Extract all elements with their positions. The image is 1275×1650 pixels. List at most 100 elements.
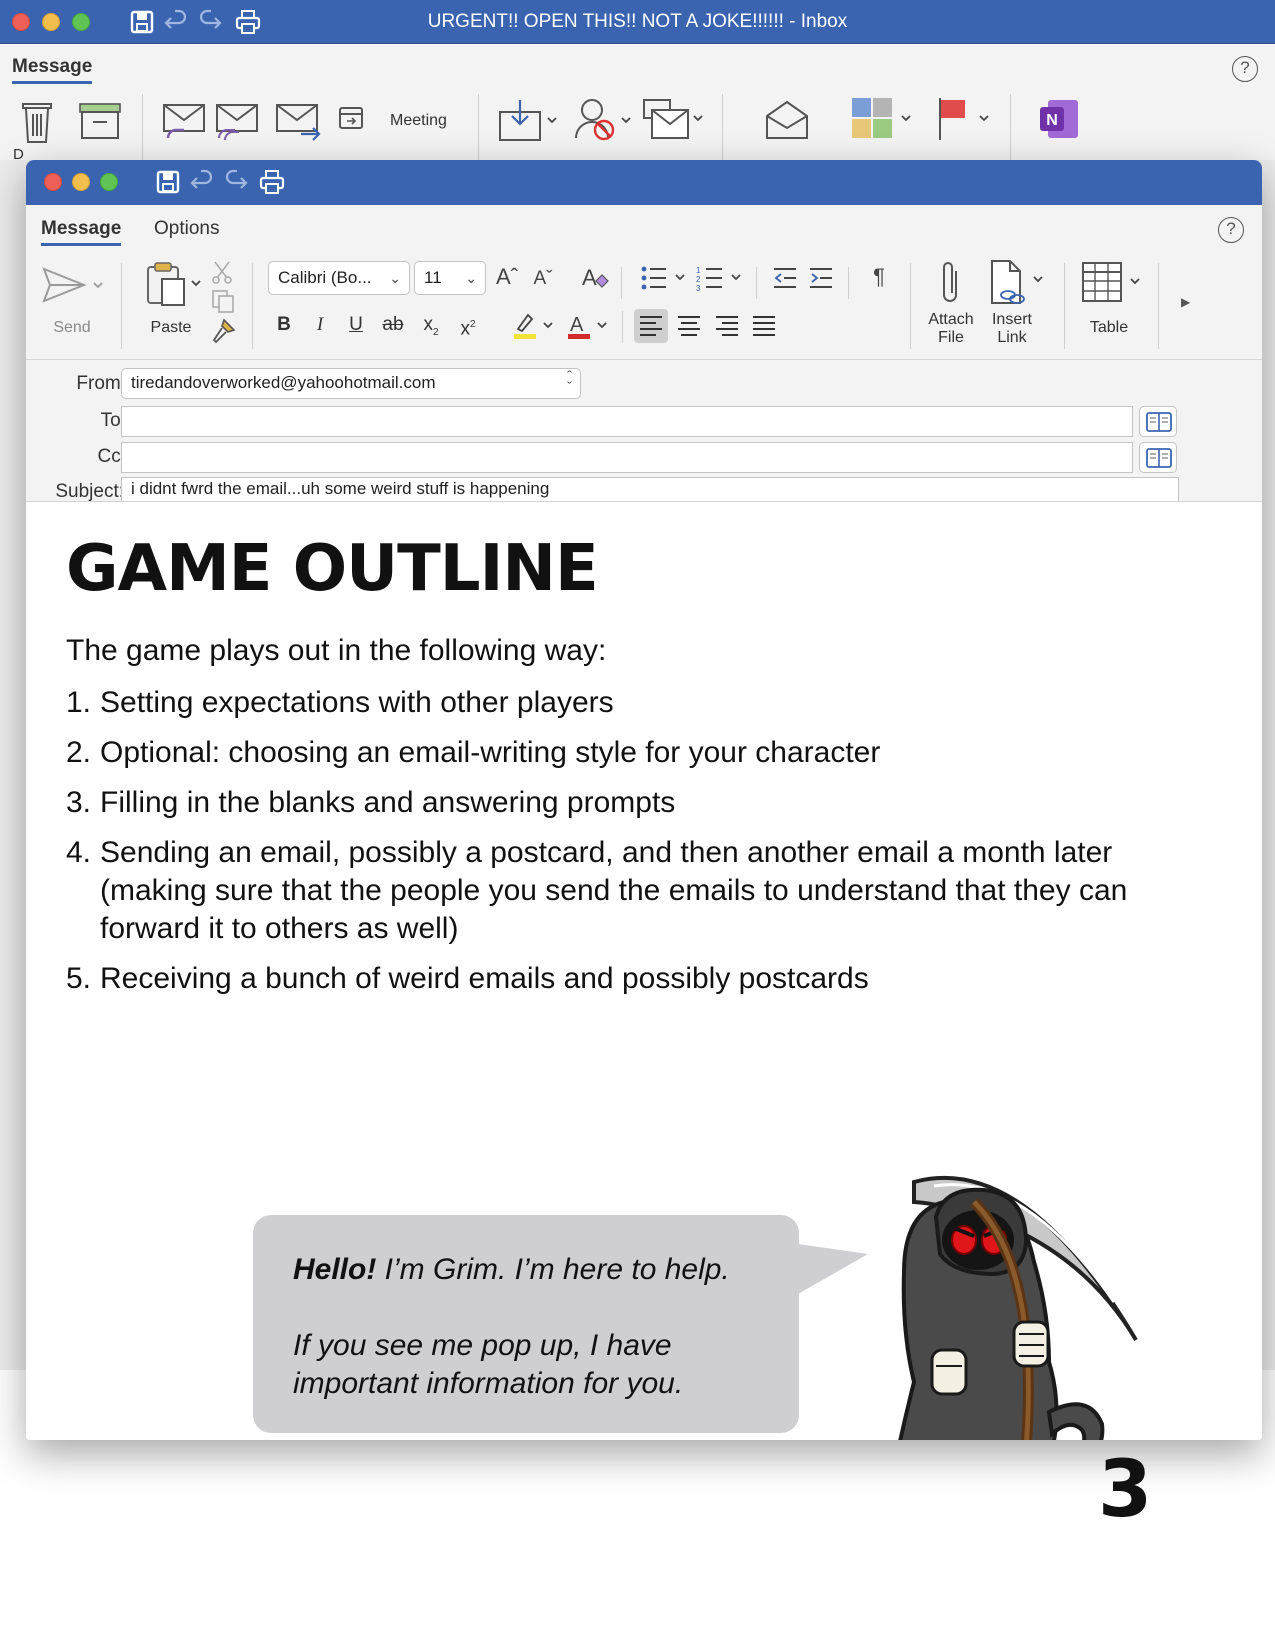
underline-button[interactable]: U bbox=[341, 309, 371, 341]
help-icon[interactable]: ? bbox=[1218, 217, 1244, 243]
increase-indent-icon[interactable] bbox=[808, 265, 834, 291]
page-title: GAME OUTLINE bbox=[66, 532, 599, 606]
font-size-select[interactable]: 11 ⌄ bbox=[414, 261, 486, 295]
bubble-greeting: Hello! I’m Grim. I’m here to help. bbox=[293, 1253, 730, 1287]
tab-message[interactable]: Message bbox=[41, 218, 122, 246]
format-painter-icon[interactable] bbox=[210, 318, 236, 344]
link-icon[interactable] bbox=[988, 259, 1050, 307]
paste-icon[interactable] bbox=[144, 261, 208, 307]
subscript-button[interactable]: x2 bbox=[416, 309, 446, 341]
print-icon[interactable] bbox=[258, 168, 286, 196]
message-body[interactable]: GAME OUTLINE The game plays out in the f… bbox=[26, 502, 1262, 1440]
redo-icon[interactable] bbox=[222, 168, 250, 196]
italic-button[interactable]: I bbox=[305, 309, 335, 341]
meeting-icon[interactable] bbox=[338, 104, 364, 135]
list-text: Filling in the blanks and answering prom… bbox=[100, 786, 676, 819]
zoom-window-button[interactable] bbox=[100, 173, 118, 191]
from-field[interactable]: tiredandoverworked@yahoohotmail.com ˆˇ bbox=[121, 368, 581, 399]
help-icon[interactable]: ? bbox=[1232, 56, 1258, 82]
to-field[interactable] bbox=[121, 406, 1133, 437]
bold-button[interactable]: B bbox=[269, 309, 299, 341]
font-color-icon[interactable]: A bbox=[564, 311, 612, 341]
ribbon-separator bbox=[1010, 94, 1011, 160]
font-size-value: 11 bbox=[424, 268, 442, 287]
junk-icon[interactable] bbox=[572, 96, 634, 147]
archive-icon[interactable] bbox=[78, 102, 122, 145]
shrink-font-icon[interactable]: Aˇ bbox=[529, 265, 557, 293]
rules-icon[interactable] bbox=[642, 96, 706, 147]
tab-options[interactable]: Options bbox=[154, 218, 219, 243]
highlight-icon[interactable] bbox=[510, 311, 558, 341]
undo-icon[interactable] bbox=[188, 168, 216, 196]
send-button[interactable] bbox=[42, 263, 106, 307]
list-number: 4. bbox=[66, 836, 92, 869]
svg-text:2: 2 bbox=[696, 275, 701, 284]
subject-field[interactable]: i didnt fwrd the email...uh some weird s… bbox=[121, 477, 1179, 501]
numbering-icon[interactable]: 123 bbox=[696, 265, 744, 291]
attach-file-label-line2: File bbox=[938, 329, 964, 346]
save-icon[interactable] bbox=[154, 168, 182, 196]
forward-icon[interactable] bbox=[275, 102, 323, 147]
grim-reaper-illustration bbox=[898, 1176, 1138, 1440]
attach-file-label-line1: Attach bbox=[928, 311, 974, 328]
svg-text:A: A bbox=[570, 314, 584, 336]
svg-text:N: N bbox=[1046, 112, 1058, 129]
flag-icon[interactable] bbox=[936, 96, 998, 147]
select-stepper-icon: ˆˇ bbox=[567, 368, 572, 396]
address-book-icon bbox=[1146, 412, 1172, 432]
ribbon-separator bbox=[848, 267, 849, 299]
bubble-hello: Hello! bbox=[293, 1253, 377, 1286]
attach-icon[interactable] bbox=[938, 259, 964, 307]
superscript-button[interactable]: x2 bbox=[453, 309, 483, 341]
font-name-select[interactable]: Calibri (Bo... ⌄ bbox=[268, 261, 410, 295]
reply-icon[interactable] bbox=[160, 102, 208, 147]
show-formatting-icon[interactable]: ¶ bbox=[866, 263, 892, 291]
attach-file-label: Attach File bbox=[921, 311, 981, 347]
list-number: 5. bbox=[66, 962, 92, 995]
decrease-indent-icon[interactable] bbox=[772, 265, 798, 291]
paste-label: Paste bbox=[150, 319, 192, 336]
cut-icon[interactable] bbox=[211, 260, 233, 284]
ribbon-separator bbox=[756, 267, 757, 299]
trash-icon[interactable] bbox=[20, 100, 54, 149]
meeting-label[interactable]: Meeting bbox=[390, 112, 447, 130]
move-icon[interactable] bbox=[498, 98, 560, 147]
grow-font-icon[interactable]: Aˆ bbox=[493, 263, 521, 291]
compose-titlebar bbox=[26, 160, 1262, 205]
subject-label: Subject: bbox=[55, 481, 124, 502]
cc-field[interactable] bbox=[121, 442, 1133, 473]
list-text: Receiving a bunch of weird emails and po… bbox=[100, 962, 869, 995]
strikethrough-button[interactable]: ab bbox=[378, 309, 408, 341]
close-window-button[interactable] bbox=[44, 173, 62, 191]
align-right-button[interactable] bbox=[710, 309, 744, 343]
onenote-icon[interactable]: N bbox=[1038, 98, 1080, 145]
table-label: Table bbox=[1089, 319, 1129, 336]
inbox-tabbar: Message ? bbox=[0, 44, 1275, 94]
bubble-intro: I’m Grim. I’m here to help. bbox=[376, 1253, 730, 1286]
subject-value: i didnt fwrd the email...uh some weird s… bbox=[131, 479, 550, 498]
bullets-icon[interactable] bbox=[640, 265, 688, 291]
chevron-down-icon: ⌄ bbox=[389, 270, 401, 286]
list-text: Setting expectations with other players bbox=[100, 686, 614, 719]
ribbon-separator bbox=[252, 263, 253, 349]
reply-all-icon[interactable] bbox=[213, 102, 261, 147]
categorize-icon[interactable] bbox=[850, 96, 916, 147]
ribbon-overflow-icon[interactable]: ▶ bbox=[1181, 295, 1190, 309]
ribbon-separator bbox=[121, 263, 122, 349]
svg-text:A: A bbox=[582, 265, 597, 290]
page-number: 3 bbox=[1098, 1445, 1153, 1535]
ribbon-separator bbox=[478, 94, 479, 160]
align-left-button[interactable] bbox=[634, 309, 668, 343]
clear-formatting-icon[interactable]: A bbox=[580, 263, 610, 293]
list-text: Sending an email, possibly a postcard, a… bbox=[100, 836, 1128, 945]
to-address-book-button[interactable] bbox=[1139, 406, 1177, 437]
cc-address-book-button[interactable] bbox=[1139, 442, 1177, 473]
inbox-tab-message[interactable]: Message bbox=[12, 56, 93, 84]
insert-link-label-line1: Insert bbox=[991, 311, 1032, 328]
read-unread-icon[interactable] bbox=[764, 98, 810, 147]
copy-icon[interactable] bbox=[210, 289, 236, 313]
table-icon[interactable] bbox=[1081, 261, 1145, 305]
minimize-window-button[interactable] bbox=[72, 173, 90, 191]
align-center-button[interactable] bbox=[672, 309, 706, 343]
justify-button[interactable] bbox=[747, 309, 781, 343]
